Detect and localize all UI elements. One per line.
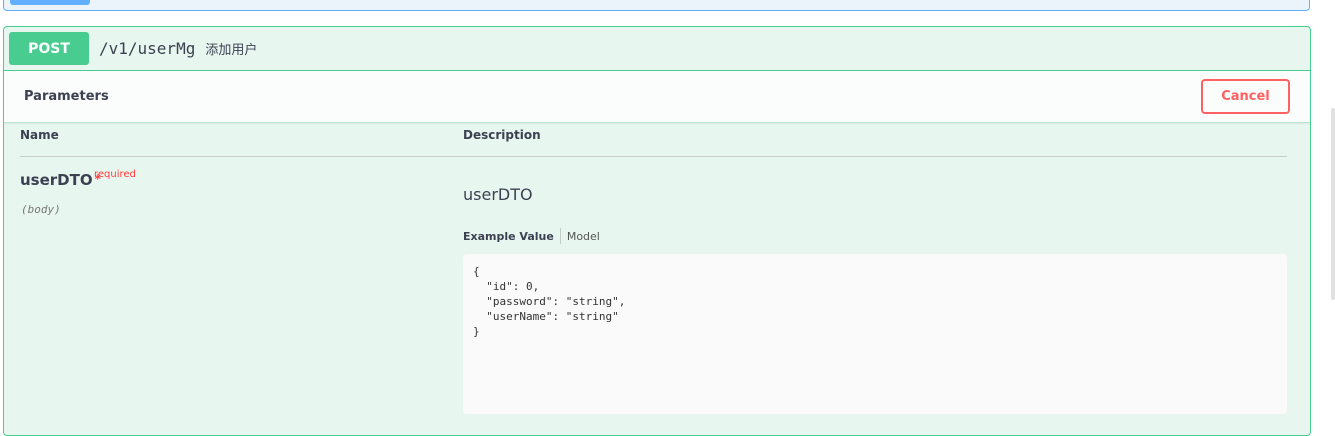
example-model-tabs: Example Value Model xyxy=(463,228,600,244)
parameter-location: (body) xyxy=(21,203,61,216)
operation-summary-text: 添加用户 xyxy=(205,42,258,57)
parameter-description: userDTO xyxy=(463,185,533,204)
parameters-table-header: Name Description xyxy=(20,126,1287,157)
parameters-title: Parameters xyxy=(24,89,109,104)
required-label: required xyxy=(94,169,136,180)
tab-example-value[interactable]: Example Value xyxy=(463,230,554,243)
previous-method-badge[interactable] xyxy=(10,0,90,5)
scrollbar-track[interactable] xyxy=(1329,0,1335,425)
operation-summary[interactable]: POST /v1/userMg 添加用户 xyxy=(4,27,1310,71)
example-value-editor[interactable]: { "id": 0, "password": "string", "userNa… xyxy=(463,254,1287,414)
tab-model[interactable]: Model xyxy=(567,230,600,243)
parameter-name-text: userDTO xyxy=(20,171,93,189)
tab-divider xyxy=(559,228,561,244)
column-description-header: Description xyxy=(463,128,541,142)
operation-path: /v1/userMg xyxy=(99,39,196,58)
previous-operation-block xyxy=(3,0,1310,11)
method-badge[interactable]: POST xyxy=(9,32,89,65)
column-name-header: Name xyxy=(20,128,59,142)
cancel-button[interactable]: Cancel xyxy=(1201,79,1290,114)
scrollbar-thumb[interactable] xyxy=(1331,108,1335,300)
parameter-name: userDTO * xyxy=(20,171,101,189)
parameters-header: Parameters Cancel xyxy=(4,71,1310,123)
